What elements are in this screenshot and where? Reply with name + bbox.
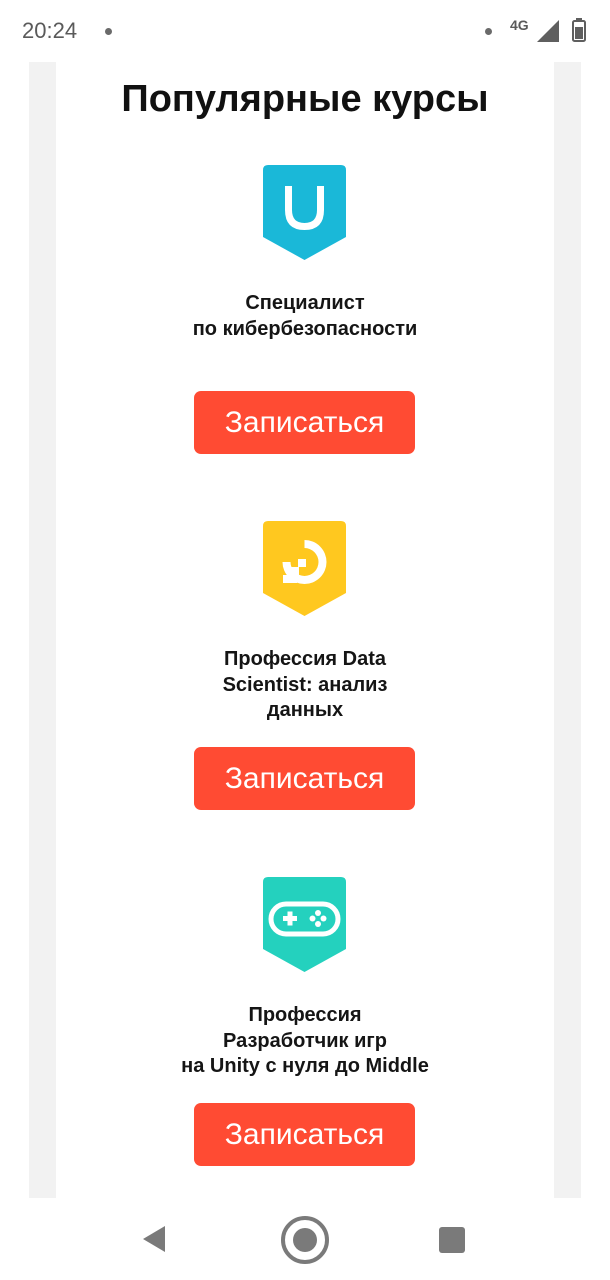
enroll-button[interactable]: Записаться xyxy=(194,391,415,454)
enroll-button[interactable]: Записаться xyxy=(194,747,415,810)
enroll-button[interactable]: Записаться xyxy=(194,1103,415,1166)
page: Популярные курсы Специалист по кибербезо… xyxy=(0,62,610,1198)
page-gutter-right xyxy=(554,62,581,1198)
section-title: Популярные курсы xyxy=(121,78,489,120)
home-icon[interactable] xyxy=(280,1215,330,1265)
data-pixel-badge-icon[interactable] xyxy=(263,521,346,616)
course-name: Профессия Разработчик игр на Unity с нул… xyxy=(56,1003,554,1080)
gamepad-badge-icon[interactable] xyxy=(263,877,346,972)
recents-icon[interactable] xyxy=(439,1227,465,1253)
course-name-line: Специалист xyxy=(245,292,365,314)
course-card: Профессия Data Scientist: анализ данных … xyxy=(56,521,554,811)
course-name: Специалист по кибербезопасности xyxy=(56,291,554,342)
status-dot-icon xyxy=(485,28,492,35)
back-icon[interactable] xyxy=(140,1224,168,1254)
notification-dot-icon xyxy=(105,28,112,35)
shield-badge-icon[interactable] xyxy=(263,165,346,260)
status-time: 20:24 xyxy=(22,18,78,43)
signal-icon xyxy=(537,20,559,42)
network-type: 4G xyxy=(510,17,529,33)
course-name-line: на Unity с нуля до Middle xyxy=(181,1055,429,1077)
navigation-bar xyxy=(0,1198,610,1280)
status-bar: 20:24 4G xyxy=(0,0,610,62)
course-name-line: по кибербезопасности xyxy=(192,317,418,340)
course-name: Профессия Data Scientist: анализ данных xyxy=(56,647,554,724)
course-name-line: данных xyxy=(266,699,344,721)
course-name-line: Профессия Data xyxy=(223,648,387,670)
course-card: Специалист по кибербезопасности Записать… xyxy=(56,165,554,455)
battery-icon xyxy=(572,18,586,42)
popular-courses-section: Популярные курсы Специалист по кибербезо… xyxy=(56,62,554,1198)
course-name-line: Разработчик игр xyxy=(223,1029,387,1052)
page-gutter-left xyxy=(29,62,56,1198)
course-name-line: Scientist: анализ xyxy=(222,673,388,696)
course-card: Профессия Разработчик игр на Unity с нул… xyxy=(56,877,554,1167)
course-name-line: Профессия xyxy=(248,1004,362,1026)
